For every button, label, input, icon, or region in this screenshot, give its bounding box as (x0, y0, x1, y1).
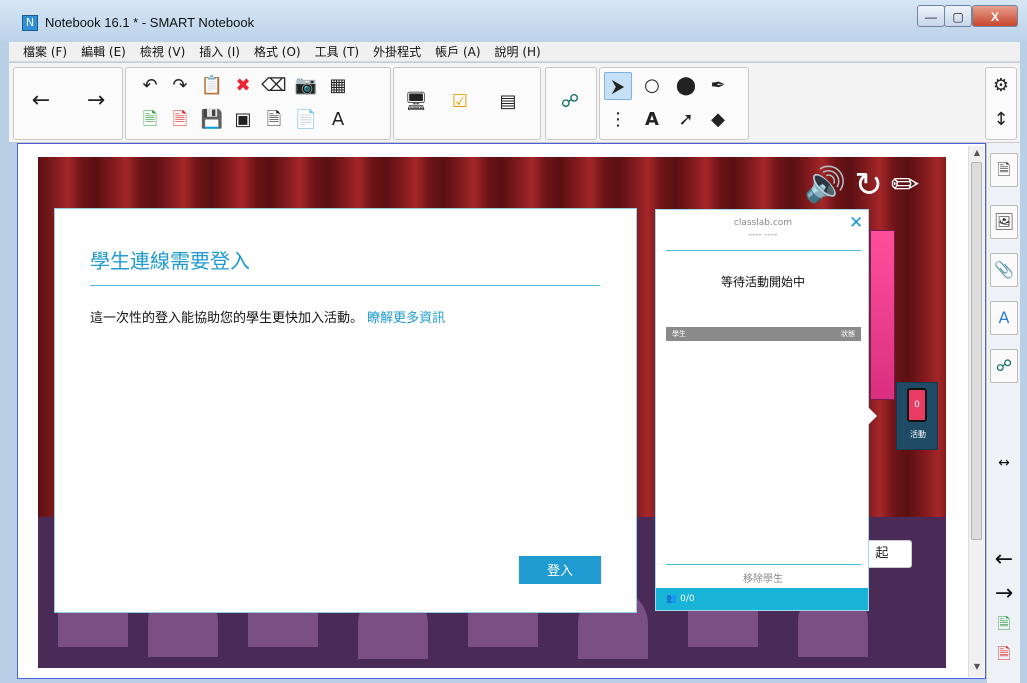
menu-bar: 檔案 (F) 編輯 (E) 檢視 (V) 插入 (I) 格式 (O) 工具 (T… (9, 42, 1020, 62)
title-divider (90, 285, 600, 286)
notebook-app-icon: N (22, 15, 38, 31)
scroll-thumb[interactable] (971, 162, 982, 540)
menu-view[interactable]: 檢視 (V) (140, 43, 185, 60)
header-status: 狀態 (841, 330, 855, 338)
arrow-left-icon[interactable]: ← (24, 86, 58, 120)
fill-icon[interactable]: ⬤ (672, 72, 700, 100)
eraser-icon[interactable]: ◆ (704, 106, 732, 134)
menu-plugins[interactable]: 外掛程式 (373, 43, 421, 60)
puzzle-group: ☍ (545, 67, 597, 140)
gear-icon[interactable]: ⚙ (987, 72, 1015, 100)
minimize-button[interactable]: — (917, 5, 945, 27)
pencil-icon[interactable]: ✏ (891, 165, 928, 205)
panel-status: 等待活動開始中 (720, 275, 805, 289)
panel-code: ---- ---- (748, 230, 778, 240)
panel-footer: 👥 0/0 (656, 588, 868, 610)
prev-page-icon[interactable]: ← (987, 547, 1021, 572)
settings-group: ⚙ ↕ (985, 67, 1017, 140)
student-count: 0/0 (680, 594, 695, 604)
next-page-icon[interactable]: → (987, 581, 1021, 606)
properties-icon[interactable]: A (990, 301, 1018, 335)
login-dialog: 學生連線需要登入 這一次性的登入能協助您的學生更快加入活動。 瞭解更多資訊 登入 (54, 208, 637, 613)
stage-controls: 🔊↻✏ (804, 165, 927, 205)
menu-edit[interactable]: 編輯 (E) (81, 43, 126, 60)
phone-icon: 0 (907, 388, 927, 422)
addons-icon[interactable]: ☍ (990, 349, 1018, 383)
panel-divider (666, 250, 861, 251)
login-title: 學生連線需要登入 (90, 249, 250, 273)
side-tabs: 🗎 🖼 📎 A ☍ ↔ ← → 🗎 🗎 (986, 143, 1020, 683)
maximize-button[interactable]: ▢ (944, 5, 972, 27)
students-icon: 👥 (666, 594, 678, 604)
eraser-icon[interactable]: ⌫ (260, 72, 288, 100)
gallery-icon[interactable]: 🖼 (990, 205, 1018, 239)
add-page-icon[interactable]: 🗎 (987, 613, 1021, 640)
save-icon[interactable]: 💾 (198, 106, 226, 134)
speaker-icon[interactable]: 🔊 (804, 165, 854, 205)
panel-close-icon[interactable]: ✕ (849, 213, 863, 233)
menu-insert[interactable]: 插入 (I) (199, 43, 240, 60)
delete-icon[interactable]: ✖ (229, 72, 257, 100)
puzzle-icon[interactable]: ☍ (556, 88, 584, 116)
line-icon[interactable]: ➚ (672, 106, 700, 134)
toolbar: ← → ↶ ↷ 📋 ✖ ⌫ 📷 ▦ 🗎 🗎 💾 ▣ 🗎 📄 A 🖥 ☑ ▤ ☍ … (9, 63, 1020, 143)
insert-group: 🖥 ☑ ▤ (393, 67, 541, 140)
drawing-group: ⮞ ○ ⬤ ✒ ⋮ A ➚ ◆ (599, 67, 749, 140)
remove-students-link[interactable]: 移除學生 (656, 570, 870, 585)
activity-button[interactable]: 0 活動 (896, 382, 938, 450)
learn-more-link[interactable]: 瞭解更多資訊 (367, 311, 445, 326)
paste-icon[interactable]: 📋 (198, 72, 226, 100)
menu-tools[interactable]: 工具 (T) (315, 43, 360, 60)
screen-capture-icon[interactable]: 📷 (292, 72, 320, 100)
select-arrow-icon[interactable]: ⮞ (604, 72, 632, 100)
pen-icon[interactable]: ✒ (704, 72, 732, 100)
login-description: 這一次性的登入能協助您的學生更快加入活動。 瞭解更多資訊 (90, 307, 445, 326)
student-table-header: 學生 狀態 (666, 327, 861, 341)
insert-file-icon[interactable]: 🗎 (260, 106, 288, 134)
scroll-up-icon[interactable]: ▲ (969, 148, 985, 157)
activity-label: 活動 (910, 430, 926, 439)
menu-file[interactable]: 檔案 (F) (23, 43, 67, 60)
login-button[interactable]: 登入 (519, 556, 601, 584)
attachments-icon[interactable]: 📎 (990, 253, 1018, 287)
response-icon[interactable]: ☑ (446, 88, 474, 116)
text-icon[interactable]: A (638, 106, 666, 134)
page-sorter-icon[interactable]: 🗎 (990, 153, 1018, 187)
table-icon[interactable]: ▦ (324, 72, 352, 100)
panel-pointer (867, 406, 877, 426)
panel-domain: classlab.com (733, 218, 793, 228)
menu-format[interactable]: 格式 (O) (254, 43, 301, 60)
header-student: 學生 (672, 330, 686, 338)
panel-divider-bottom (666, 564, 861, 565)
menu-account[interactable]: 帳戶 (A) (435, 43, 480, 60)
redo-icon[interactable]: ↷ (166, 72, 194, 100)
edit-group: ↶ ↷ 📋 ✖ ⌫ 📷 ▦ 🗎 🗎 💾 ▣ 🗎 📄 A (125, 67, 391, 140)
display-icon[interactable]: 🖥 (402, 88, 430, 116)
undo-icon[interactable]: ↶ (136, 72, 164, 100)
menu-help[interactable]: 說明 (H) (495, 43, 541, 60)
lockers-decoration (870, 230, 895, 400)
refresh-icon[interactable]: ↻ (854, 165, 891, 205)
arrow-right-icon[interactable]: → (79, 86, 113, 120)
resize-icon[interactable]: ↔ (987, 455, 1021, 471)
screen-shade-icon[interactable]: ▣ (229, 106, 257, 134)
description-text: 這一次性的登入能協助您的學生更快加入活動。 (90, 311, 364, 326)
window-title: Notebook 16.1 * - SMART Notebook (45, 15, 255, 30)
delete-page-icon[interactable]: 🗎 (987, 643, 1021, 670)
scroll-down-icon[interactable]: ▼ (969, 662, 985, 671)
delete-page-icon[interactable]: 🗎 (166, 106, 194, 134)
shapes-icon[interactable]: ○ (638, 72, 666, 100)
addon-icon[interactable]: ▤ (494, 88, 522, 116)
title-bar: N Notebook 16.1 * - SMART Notebook — ▢ X (0, 0, 1027, 42)
text-format-icon[interactable]: A (324, 106, 352, 134)
vertical-scrollbar[interactable]: ▲ ▼ (968, 146, 984, 677)
classlab-panel: classlab.com ---- ---- ✕ 等待活動開始中 學生 狀態 移… (655, 209, 869, 611)
paste-special-icon[interactable]: 📄 (292, 106, 320, 134)
nav-group: ← → (13, 67, 123, 140)
close-button[interactable]: X (972, 5, 1018, 27)
pen-style-icon[interactable]: ⋮ (604, 106, 632, 134)
add-page-icon[interactable]: 🗎 (136, 106, 164, 134)
move-icon[interactable]: ↕ (987, 106, 1015, 134)
